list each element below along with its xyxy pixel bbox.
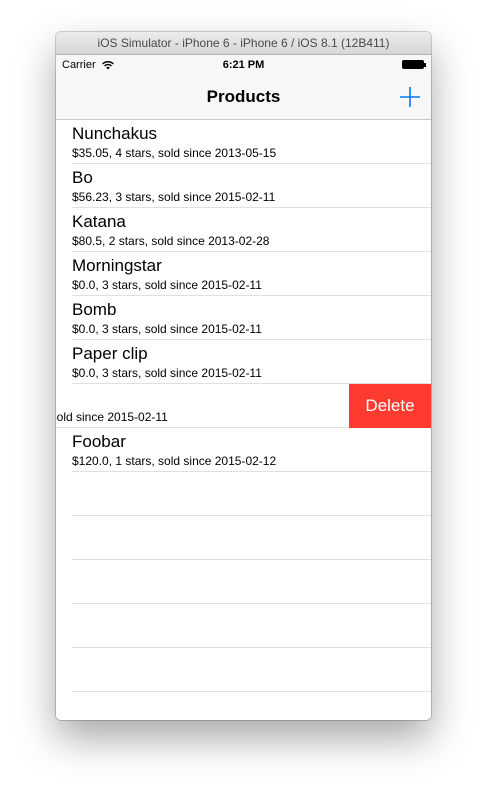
empty-row [72, 604, 431, 648]
phone-screen: Carrier 6:21 PM Products Nunchakus $35.0… [56, 55, 431, 720]
product-detail: $35.05, 4 stars, sold since 2013-05-15 [72, 146, 277, 160]
status-time: 6:21 PM [222, 59, 265, 71]
products-table: Nunchakus $35.05, 4 stars, sold since 20… [56, 120, 431, 720]
empty-row [72, 560, 431, 604]
status-bar: Carrier 6:21 PM [56, 55, 431, 75]
table-row[interactable]: Nunchakus $35.05, 4 stars, sold since 20… [72, 120, 431, 164]
product-detail: $56.23, 3 stars, sold since 2015-02-11 [72, 190, 276, 204]
empty-row [72, 516, 431, 560]
table-row[interactable]: Foobar $120.0, 1 stars, sold since 2015-… [72, 428, 431, 472]
table-row[interactable]: Bomb $0.0, 3 stars, sold since 2015-02-1… [72, 296, 431, 340]
product-name: Paper clip [72, 344, 148, 363]
delete-button[interactable]: Delete [349, 384, 431, 428]
table-row[interactable]: Morningstar $0.0, 3 stars, sold since 20… [72, 252, 431, 296]
table-row[interactable]: Katana $80.5, 2 stars, sold since 2013-0… [72, 208, 431, 252]
product-detail: $120.0, 1 stars, sold since 2015-02-12 [72, 454, 277, 468]
window-title: iOS Simulator - iPhone 6 - iPhone 6 / iO… [56, 32, 431, 55]
simulator-window: iOS Simulator - iPhone 6 - iPhone 6 / iO… [56, 32, 431, 720]
product-detail: $0.0, 3 stars, sold since 2015-02-11 [72, 278, 262, 292]
product-name: Katana [72, 212, 126, 231]
table-row[interactable]: Paper clip $0.0, 3 stars, sold since 201… [72, 340, 431, 384]
product-name: Foobar [72, 432, 126, 451]
table-row-swiped[interactable]: s, sold since 2015-02-11 Delete [56, 384, 431, 428]
swiped-row-content: s, sold since 2015-02-11 [56, 384, 349, 427]
navigation-bar: Products [56, 75, 431, 120]
page-title: Products [206, 87, 281, 106]
product-name: Morningstar [72, 256, 162, 275]
product-name: Bo [72, 168, 93, 187]
empty-row [72, 472, 431, 516]
product-name: Nunchakus [72, 124, 158, 143]
empty-row [72, 648, 431, 692]
table-row[interactable]: Bo $56.23, 3 stars, sold since 2015-02-1… [72, 164, 431, 208]
product-detail: $0.0, 3 stars, sold since 2015-02-11 [72, 322, 262, 336]
product-detail: $0.0, 3 stars, sold since 2015-02-11 [72, 366, 262, 380]
product-detail: $80.5, 2 stars, sold since 2013-02-28 [72, 234, 270, 248]
battery-icon [402, 60, 426, 69]
product-detail: s, sold since 2015-02-11 [56, 410, 168, 424]
product-name: Bomb [72, 300, 117, 319]
plus-icon[interactable] [397, 84, 423, 110]
